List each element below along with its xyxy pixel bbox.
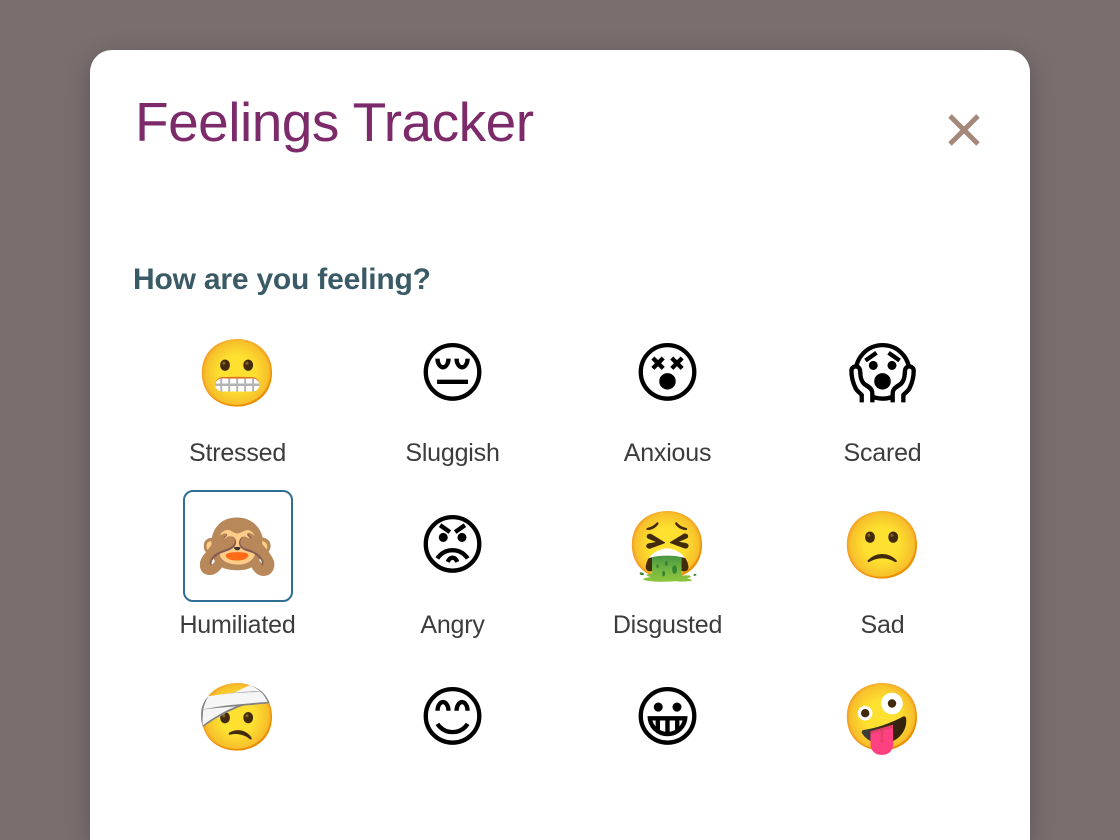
feeling-emoji-box[interactable]: 😡 <box>398 490 508 602</box>
selected-option-outline[interactable]: 🙈 <box>183 490 293 602</box>
feeling-emoji-box[interactable]: 😵 <box>613 318 723 430</box>
feeling-option-humiliated[interactable]: 🙈 Humiliated <box>130 490 345 638</box>
feeling-label: Scared <box>843 441 921 466</box>
feeling-option-sluggish[interactable]: 😔 Sluggish <box>345 318 560 466</box>
grinning-face-emoji: 😀 <box>633 685 702 751</box>
close-button[interactable] <box>936 102 992 158</box>
frowning-face-emoji: 🙁 <box>841 513 923 579</box>
feeling-label: Angry <box>420 613 484 638</box>
feeling-emoji-box[interactable]: 😔 <box>398 318 508 430</box>
grimacing-face-emoji: 😬 <box>196 341 278 407</box>
feeling-label: Anxious <box>624 441 712 466</box>
page-title: Feelings Tracker <box>135 95 534 150</box>
feelings-grid: 😬 Stressed 😔 Sluggish 😵 Anxious 😱 Scared 🙈 Humili… <box>130 318 990 785</box>
feeling-option-scared[interactable]: 😱 Scared <box>775 318 990 466</box>
feeling-option-stressed[interactable]: 😬 Stressed <box>130 318 345 466</box>
feeling-option-anxious[interactable]: 😵 Anxious <box>560 318 775 466</box>
smiling-face-smiling-eyes-emoji: 😊 <box>418 685 487 751</box>
feeling-option-row3-11[interactable]: 🤪 <box>775 662 990 785</box>
zany-face-tongue-emoji: 🤪 <box>841 685 923 751</box>
pensive-face-emoji: 😔 <box>418 341 487 407</box>
feeling-option-row3-10[interactable]: 😀 <box>560 662 775 785</box>
feeling-label: Sad <box>861 613 905 638</box>
feeling-option-sad[interactable]: 🙁 Sad <box>775 490 990 638</box>
feeling-emoji-box[interactable]: 😱 <box>828 318 938 430</box>
face-vomiting-emoji: 🤮 <box>626 513 708 579</box>
head-bandage-face-emoji: 🤕 <box>196 685 278 751</box>
pouting-face-emoji: 😡 <box>418 513 487 579</box>
face-covered-hands-emoji: 🙈 <box>196 513 278 579</box>
section-heading: How are you feeling? <box>133 265 431 295</box>
feelings-tracker-dialog: Feelings Tracker How are you feeling? 😬 S… <box>90 50 1030 840</box>
feeling-option-angry[interactable]: 😡 Angry <box>345 490 560 638</box>
feeling-emoji-box[interactable]: 🤕 <box>183 662 293 774</box>
feeling-label: Humiliated <box>179 613 295 638</box>
feeling-option-disgusted[interactable]: 🤮 Disgusted <box>560 490 775 638</box>
close-icon <box>946 112 982 148</box>
feeling-emoji-box[interactable]: 😀 <box>613 662 723 774</box>
feeling-option-row3-9[interactable]: 😊 <box>345 662 560 785</box>
spiral-eyes-face-emoji: 😵 <box>633 341 702 407</box>
feeling-emoji-box[interactable]: 😬 <box>183 318 293 430</box>
feeling-emoji-box[interactable]: 🤮 <box>613 490 723 602</box>
dialog-header: Feelings Tracker <box>90 50 1030 185</box>
feeling-emoji-box[interactable]: 🙁 <box>828 490 938 602</box>
feeling-label: Stressed <box>189 441 286 466</box>
feeling-option-row3-8[interactable]: 🤕 <box>130 662 345 785</box>
feeling-emoji-box[interactable]: 😊 <box>398 662 508 774</box>
feeling-label: Sluggish <box>405 441 499 466</box>
screaming-in-fear-face-emoji: 😱 <box>848 341 917 407</box>
feeling-emoji-box[interactable]: 🤪 <box>828 662 938 774</box>
feeling-label: Disgusted <box>613 613 722 638</box>
